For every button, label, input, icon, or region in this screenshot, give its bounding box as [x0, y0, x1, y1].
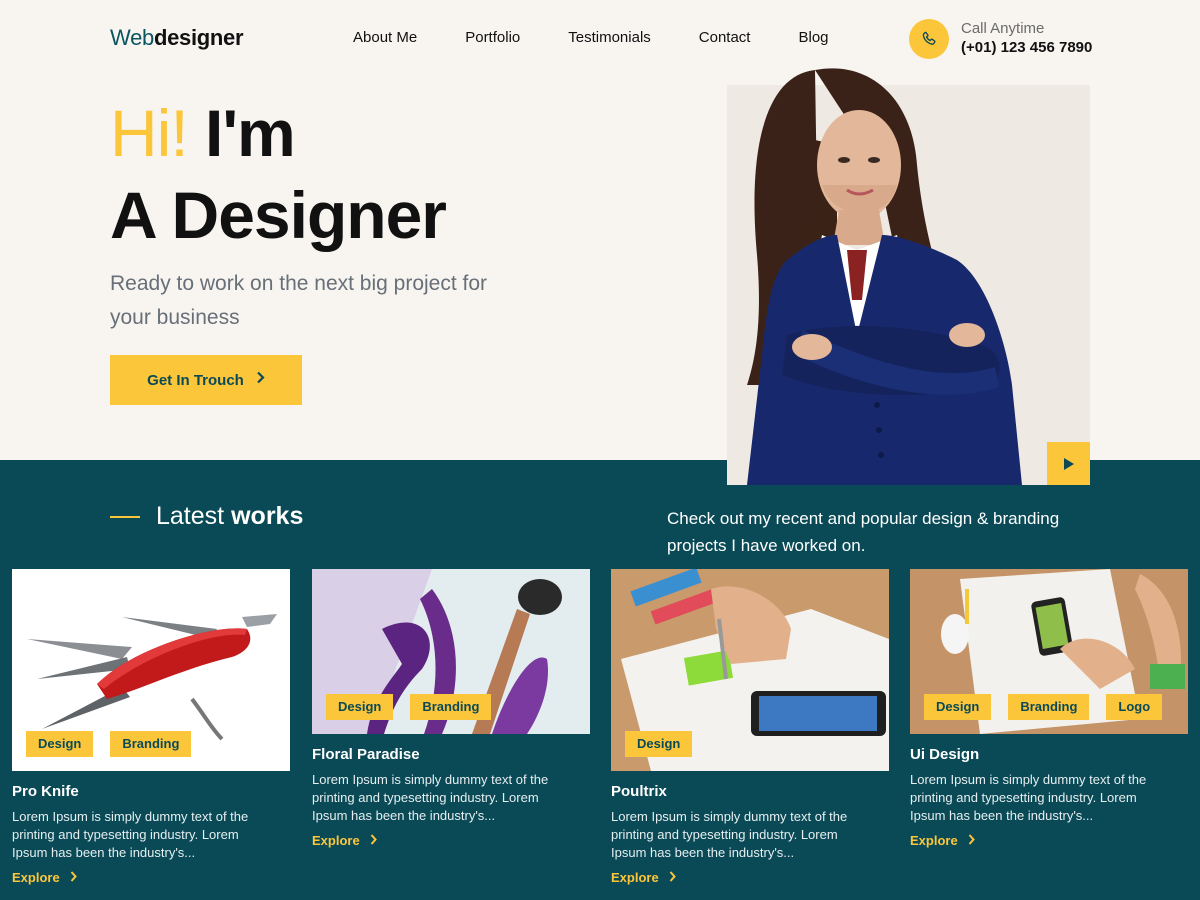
call-number: (+01) 123 456 7890	[961, 39, 1093, 56]
work-card-poultrix[interactable]: Design Poultrix Lorem Ipsum is simply du…	[611, 569, 889, 885]
call-label: Call Anytime	[961, 20, 1045, 37]
work-card-ui-design[interactable]: Design Branding Logo Ui Design Lorem Ips…	[910, 569, 1188, 848]
card-title[interactable]: Floral Paradise	[312, 746, 590, 763]
works-heading: Latest works	[110, 502, 303, 531]
card-tags: Design Branding Logo	[924, 694, 1179, 720]
tag-design[interactable]: Design	[26, 731, 94, 757]
site-header: Webdesigner About Me Portfolio Testimoni…	[0, 0, 1200, 80]
get-in-touch-button[interactable]: Get In Trouch	[110, 355, 302, 405]
hero-line2: A Designer	[110, 178, 447, 252]
card-tags: Design Branding	[326, 694, 508, 720]
card-text: Lorem Ipsum is simply dummy text of the …	[312, 772, 549, 823]
tag-logo[interactable]: Logo	[1106, 694, 1163, 720]
logo-part2: designer	[153, 25, 244, 50]
card-text: Lorem Ipsum is simply dummy text of the …	[12, 809, 249, 860]
explore-label: Explore	[12, 870, 60, 885]
card-tags: Design Branding	[26, 731, 208, 757]
tag-design[interactable]: Design	[625, 731, 693, 757]
tag-branding[interactable]: Branding	[110, 731, 192, 757]
works-title-light: Latest	[156, 502, 225, 530]
nav-contact[interactable]: Contact	[699, 29, 751, 46]
explore-link[interactable]: Explore	[910, 833, 1188, 848]
card-text: Lorem Ipsum is simply dummy text of the …	[611, 809, 848, 860]
chevron-right-icon	[256, 371, 265, 389]
cta-label: Get In Trouch	[147, 371, 244, 389]
explore-link[interactable]: Explore	[611, 870, 889, 885]
nav-portfolio[interactable]: Portfolio	[465, 29, 520, 46]
card-text: Lorem Ipsum is simply dummy text of the …	[910, 772, 1147, 823]
chevron-right-icon	[370, 833, 377, 848]
card-tags: Design	[625, 731, 709, 757]
works-description: Check out my recent and popular design &…	[667, 509, 1060, 555]
play-button[interactable]	[1047, 442, 1090, 485]
call-anytime[interactable]: Call Anytime (+01) 123 456 7890	[909, 19, 1092, 59]
work-card-pro-knife[interactable]: Design Branding Pro Knife Lorem Ipsum is…	[12, 569, 290, 885]
explore-link[interactable]: Explore	[12, 870, 290, 885]
card-image: Design	[611, 569, 889, 771]
nav-about-me[interactable]: About Me	[353, 29, 417, 46]
work-card-floral-paradise[interactable]: Design Branding Floral Paradise Lorem Ip…	[312, 569, 590, 848]
card-title[interactable]: Poultrix	[611, 783, 889, 800]
works-title-bold: works	[231, 502, 304, 530]
main-nav: About Me Portfolio Testimonials Contact …	[353, 29, 829, 46]
explore-label: Explore	[611, 870, 659, 885]
card-image: Design Branding	[312, 569, 590, 734]
chevron-right-icon	[70, 870, 77, 885]
card-image: Design Branding	[12, 569, 290, 771]
phone-icon	[909, 19, 949, 59]
hero-title: Hi! I'm A Designer	[110, 92, 447, 256]
explore-link[interactable]: Explore	[312, 833, 590, 848]
tag-design[interactable]: Design	[326, 694, 394, 720]
card-image: Design Branding Logo	[910, 569, 1188, 734]
nav-blog[interactable]: Blog	[798, 29, 828, 46]
heading-accent-line	[110, 515, 140, 518]
hero-im: I'm	[205, 96, 296, 170]
logo-part1: Web	[110, 25, 154, 50]
chevron-right-icon	[669, 870, 676, 885]
card-title[interactable]: Ui Design	[910, 746, 1188, 763]
designer-portrait	[727, 68, 1090, 485]
explore-label: Explore	[312, 833, 360, 848]
chevron-right-icon	[968, 833, 975, 848]
logo[interactable]: Webdesigner	[110, 25, 244, 51]
nav-testimonials[interactable]: Testimonials	[568, 29, 651, 46]
explore-label: Explore	[910, 833, 958, 848]
tag-branding[interactable]: Branding	[1008, 694, 1090, 720]
tag-design[interactable]: Design	[924, 694, 992, 720]
card-title[interactable]: Pro Knife	[12, 783, 290, 800]
tag-branding[interactable]: Branding	[410, 694, 492, 720]
hero-subtitle: Ready to work on the next big project fo…	[110, 272, 488, 329]
play-icon	[1063, 457, 1074, 470]
hero-hi: Hi!	[110, 96, 189, 170]
